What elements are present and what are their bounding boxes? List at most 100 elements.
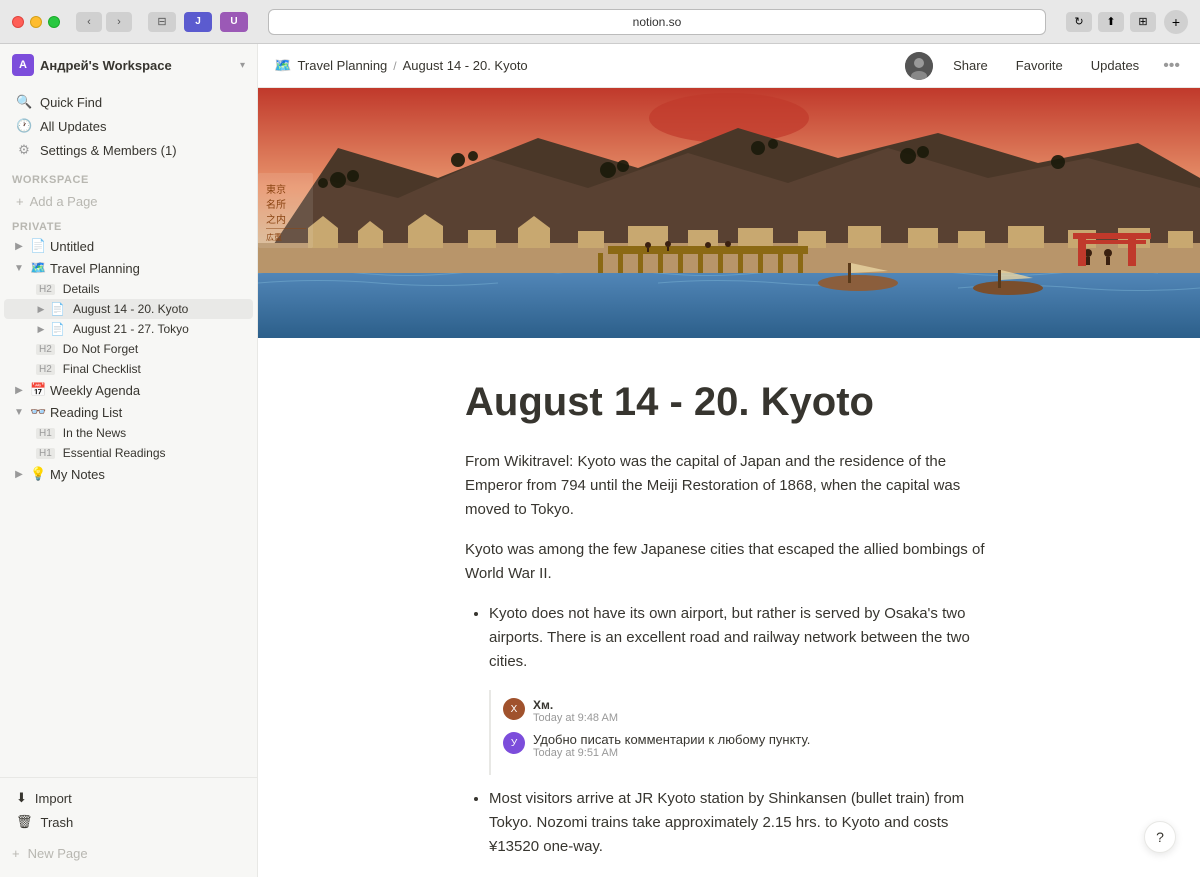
- breadcrumb-current: August 14 - 20. Kyoto: [403, 58, 528, 73]
- clock-icon: 🕐: [16, 118, 32, 134]
- forward-button[interactable]: ›: [106, 12, 132, 32]
- comment-content-2: Удобно писать комментарии к любому пункт…: [533, 732, 810, 759]
- plus-icon: +: [16, 194, 24, 209]
- sidebar-item-in-the-news[interactable]: H1 In the News: [4, 423, 253, 443]
- bullet-item-2: Most visitors arrive at JR Kyoto station…: [489, 787, 993, 859]
- comment-row-2: У Удобно писать комментарии к любому пун…: [503, 732, 981, 759]
- nav-buttons: ‹ ›: [76, 12, 132, 32]
- sidebar-item-reading-list[interactable]: ▼ 👓 Reading List: [4, 401, 253, 423]
- sidebar-item-august-14-20[interactable]: ▶ 📄 August 14 - 20. Kyoto: [4, 299, 253, 319]
- sidebar-item-untitled[interactable]: ▶ 📄 Untitled: [4, 235, 253, 257]
- topbar-actions: Share Favorite Updates •••: [905, 52, 1184, 80]
- add-page-label: Add a Page: [30, 194, 98, 209]
- commenter-avatar-2: У: [503, 732, 525, 754]
- h1-badge: H1: [36, 448, 55, 459]
- h2-badge: H2: [36, 284, 55, 295]
- breadcrumb-parent[interactable]: Travel Planning: [297, 58, 387, 73]
- main-content: 🗺️ Travel Planning / August 14 - 20. Kyo…: [258, 44, 1200, 877]
- bulb-icon: 💡: [30, 466, 46, 482]
- breadcrumb: 🗺️ Travel Planning / August 14 - 20. Kyo…: [274, 57, 528, 74]
- page-icon: 📄: [30, 238, 46, 254]
- sidebar-item-august-21-27[interactable]: ▶ 📄 August 21 - 27. Tokyo: [4, 319, 253, 339]
- toolbar-icons: ⊟ J U: [148, 12, 248, 32]
- minimize-button[interactable]: [30, 16, 42, 28]
- sidebar-item-all-updates[interactable]: 🕐 All Updates: [4, 114, 253, 138]
- page-paragraph-2: Kyoto was among the few Japanese cities …: [465, 538, 993, 586]
- sidebar-item-final-checklist[interactable]: H2 Final Checklist: [4, 359, 253, 379]
- travel-planning-label: Travel Planning: [50, 261, 241, 276]
- sidebar-item-weekly-agenda[interactable]: ▶ 📅 Weekly Agenda: [4, 379, 253, 401]
- svg-text:広重: 広重: [266, 232, 282, 242]
- my-notes-label: My Notes: [50, 467, 241, 482]
- topbar: 🗺️ Travel Planning / August 14 - 20. Kyo…: [258, 44, 1200, 88]
- svg-text:東京: 東京: [266, 183, 286, 196]
- page-scroll[interactable]: 東京 名所 之内 広重 August 14 - 20. Kyoto From W…: [258, 88, 1200, 877]
- new-tab-button[interactable]: +: [1164, 10, 1188, 34]
- sidebar-new-page[interactable]: + New Page: [0, 838, 257, 869]
- toggle-icon: ▼: [12, 407, 26, 418]
- toggle-icon: ▶: [12, 469, 26, 480]
- h2-badge: H2: [36, 344, 55, 355]
- url-bar[interactable]: notion.so: [268, 9, 1046, 35]
- titlebar: ‹ › ⊟ J U notion.so ↻ ⬆ ⊞ +: [0, 0, 1200, 44]
- sidebar-item-do-not-forget[interactable]: H2 Do Not Forget: [4, 339, 253, 359]
- profile-icon-u[interactable]: U: [220, 12, 248, 32]
- sidebar-item-trash[interactable]: 🗑 Trash: [4, 810, 253, 834]
- all-updates-label: All Updates: [40, 119, 106, 134]
- sidebar-item-essential-readings[interactable]: H1 Essential Readings: [4, 443, 253, 463]
- bullet-list-2: Most visitors arrive at JR Kyoto station…: [465, 787, 993, 859]
- share-browser-button[interactable]: ⬆: [1098, 12, 1124, 32]
- sidebar-item-details[interactable]: H2 Details: [4, 279, 253, 299]
- do-not-forget-label: Do Not Forget: [63, 342, 138, 356]
- avatar: [905, 52, 933, 80]
- page-icon: 📄: [50, 322, 65, 336]
- share-button[interactable]: Share: [945, 54, 996, 77]
- trash-label: Trash: [41, 815, 74, 830]
- profile-icon-j[interactable]: J: [184, 12, 212, 32]
- workspace-header[interactable]: А Андрей's Workspace ▾: [0, 44, 257, 86]
- in-the-news-label: In the News: [63, 426, 126, 440]
- sidebar-item-my-notes[interactable]: ▶ 💡 My Notes: [4, 463, 253, 485]
- traffic-lights: [12, 16, 60, 28]
- essential-readings-label: Essential Readings: [63, 446, 166, 460]
- comment-row-1: Х Хм. Today at 9:48 AM: [503, 698, 981, 724]
- sidebar-toggle-icon[interactable]: ⊟: [148, 12, 176, 32]
- bullet-item-1-container: ⠿ Kyoto does not have its own airport, b…: [465, 602, 993, 775]
- more-menu-button[interactable]: •••: [1159, 53, 1184, 79]
- import-label: Import: [35, 791, 72, 806]
- page-icon: 📄: [50, 302, 65, 316]
- page-title: August 14 - 20. Kyoto: [465, 378, 993, 426]
- app-container: А Андрей's Workspace ▾ 🔍 Quick Find 🕐 Al…: [0, 44, 1200, 877]
- august-21-27-label: August 21 - 27. Tokyo: [73, 322, 189, 336]
- reload-button[interactable]: ↻: [1066, 12, 1092, 32]
- gear-icon: ⚙: [16, 142, 32, 158]
- close-button[interactable]: [12, 16, 24, 28]
- tabs-button[interactable]: ⊞: [1130, 12, 1156, 32]
- workspace-name: Андрей's Workspace: [40, 58, 234, 73]
- help-button[interactable]: ?: [1144, 821, 1176, 853]
- workspace-section-label: WORKSPACE: [0, 166, 257, 190]
- new-page-label: New Page: [28, 846, 88, 861]
- sidebar-item-settings[interactable]: ⚙ Settings & Members (1): [4, 138, 253, 162]
- url-text: notion.so: [633, 15, 682, 29]
- toggle-icon: ▶: [12, 385, 26, 396]
- toggle-icon: ▶: [36, 304, 46, 315]
- final-checklist-label: Final Checklist: [63, 362, 141, 376]
- toggle-icon: ▶: [12, 241, 26, 252]
- import-icon: ⬇: [16, 790, 27, 806]
- browser-actions: ↻ ⬆ ⊞: [1066, 12, 1156, 32]
- toggle-icon: ▼: [12, 263, 26, 274]
- search-icon: 🔍: [16, 94, 32, 110]
- breadcrumb-page-icon: 🗺️: [274, 57, 291, 74]
- h2-badge: H2: [36, 364, 55, 375]
- sidebar: А Андрей's Workspace ▾ 🔍 Quick Find 🕐 Al…: [0, 44, 258, 877]
- page-hero-image: 東京 名所 之内 広重: [258, 88, 1200, 338]
- back-button[interactable]: ‹: [76, 12, 102, 32]
- sidebar-item-import[interactable]: ⬇ Import: [4, 786, 253, 810]
- sidebar-item-quick-find[interactable]: 🔍 Quick Find: [4, 90, 253, 114]
- sidebar-item-travel-planning[interactable]: ▼ 🗺️ Travel Planning: [4, 257, 253, 279]
- maximize-button[interactable]: [48, 16, 60, 28]
- add-page-item[interactable]: + Add a Page: [4, 190, 253, 213]
- favorite-button[interactable]: Favorite: [1008, 54, 1071, 77]
- updates-button[interactable]: Updates: [1083, 54, 1147, 77]
